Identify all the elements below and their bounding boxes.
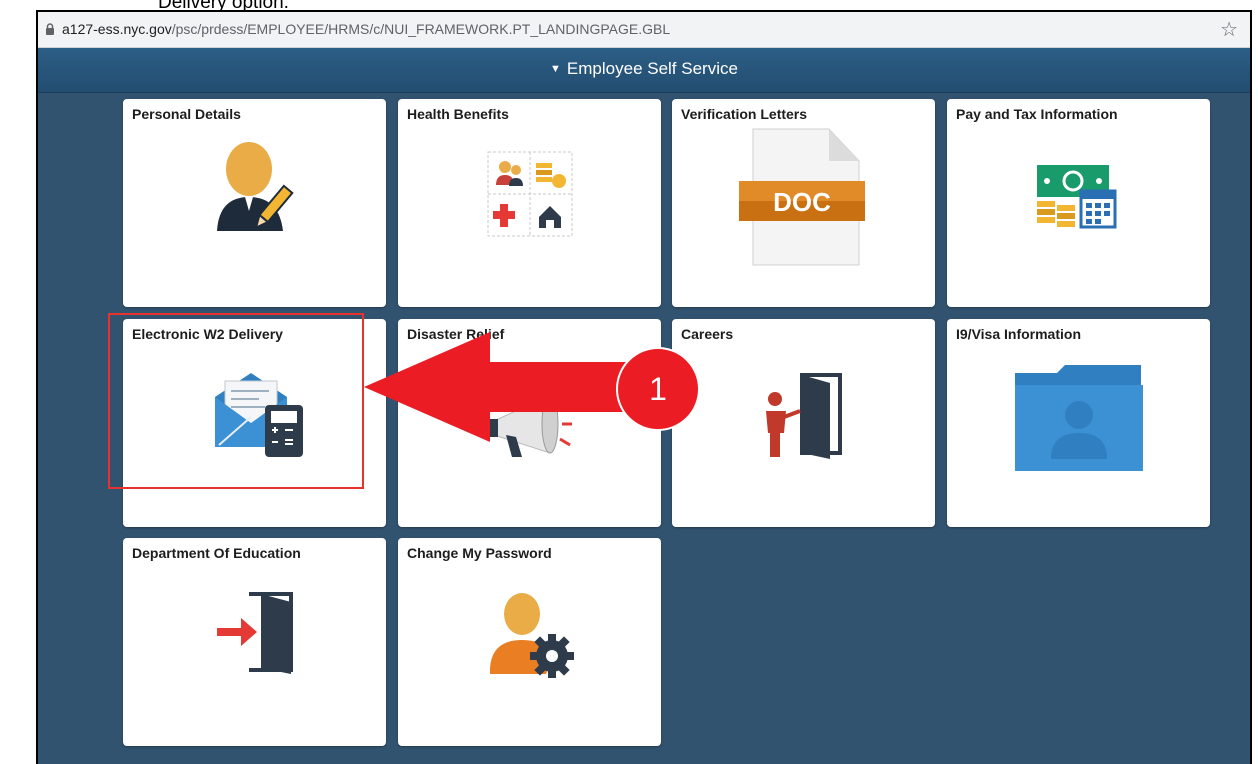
- url-path: /psc/prdess/EMPLOYEE/HRMS/c/NUI_FRAMEWOR…: [171, 21, 671, 37]
- doc-icon-text: DOC: [773, 187, 831, 217]
- tile-label: Change My Password: [407, 545, 552, 561]
- tile-health-benefits[interactable]: Health Benefits: [398, 99, 661, 307]
- tile-change-my-password[interactable]: Change My Password: [398, 538, 661, 746]
- pay-calendar-icon: [1037, 165, 1117, 229]
- page-title: Employee Self Service: [566, 59, 738, 78]
- highlight-box: [108, 313, 364, 489]
- folder-person-icon: [1015, 365, 1143, 471]
- door-enter-icon: [217, 592, 293, 674]
- tile-personal-details[interactable]: Personal Details: [123, 99, 386, 307]
- person-door-icon: [766, 373, 842, 459]
- url-host: a127-ess.nyc.gov: [62, 21, 172, 37]
- tile-department-of-education[interactable]: Department Of Education: [123, 538, 386, 746]
- lock-icon: [46, 23, 54, 35]
- tile-label: Verification Letters: [681, 106, 808, 122]
- tile-label: Health Benefits: [407, 106, 509, 122]
- tile-careers[interactable]: Careers: [672, 319, 935, 527]
- tile-label: Pay and Tax Information: [956, 106, 1118, 122]
- person-edit-icon: [217, 142, 294, 231]
- homepage-selector[interactable]: ▼ Employee Self Service: [38, 59, 1250, 79]
- tile-verification-letters[interactable]: Verification Letters DOC: [672, 99, 935, 307]
- browser-window: a127-ess.nyc.gov/psc/prdess/EMPLOYEE/HRM…: [36, 10, 1252, 764]
- tile-label: Department Of Education: [132, 545, 301, 561]
- tile-label: I9/Visa Information: [956, 326, 1081, 342]
- tile-pay-and-tax-information[interactable]: Pay and Tax Information: [947, 99, 1210, 307]
- tile-label: Personal Details: [132, 106, 241, 122]
- caret-down-icon: ▼: [550, 63, 561, 75]
- tile-i9-visa-information[interactable]: I9/Visa Information: [947, 319, 1210, 527]
- person-gear-icon: [490, 593, 574, 678]
- health-benefits-icon: [487, 151, 573, 237]
- address-bar[interactable]: a127-ess.nyc.gov/psc/prdess/EMPLOYEE/HRM…: [38, 12, 1250, 48]
- bookmark-star-icon[interactable]: ☆: [1220, 17, 1238, 42]
- doc-file-icon: DOC: [739, 128, 865, 266]
- url-text[interactable]: a127-ess.nyc.gov/psc/prdess/EMPLOYEE/HRM…: [62, 21, 670, 37]
- step-number-badge: 1: [616, 347, 700, 431]
- page-header: ▼ Employee Self Service: [38, 48, 1250, 93]
